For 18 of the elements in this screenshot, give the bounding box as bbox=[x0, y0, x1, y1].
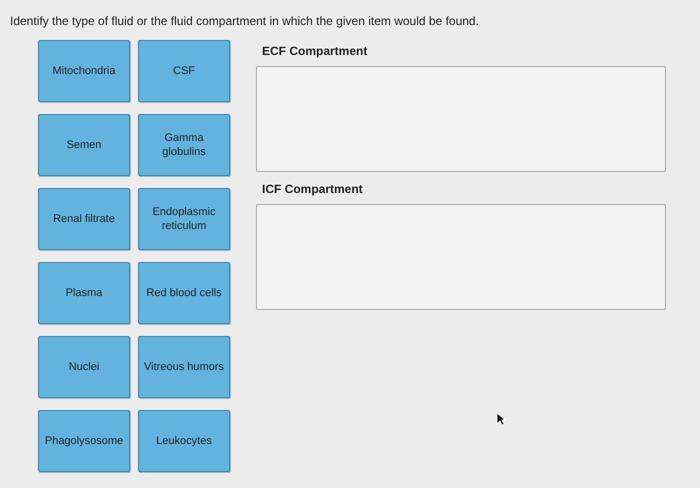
draggable-item[interactable]: Semen bbox=[38, 114, 130, 176]
draggable-item[interactable]: Plasma bbox=[38, 262, 130, 324]
drop-zone[interactable] bbox=[256, 66, 666, 172]
draggable-item[interactable]: Phagolysosome bbox=[38, 410, 130, 472]
draggable-item[interactable]: CSF bbox=[138, 40, 230, 102]
compartment-heading: ECF Compartment bbox=[261, 43, 368, 60]
question-text: Identify the type of fluid or the fluid compartment in which the given item would be found. bbox=[9, 13, 480, 30]
draggable-item[interactable]: Leukocytes bbox=[138, 410, 230, 472]
drop-zone[interactable] bbox=[256, 204, 666, 310]
draggable-item[interactable]: Gamma globulins bbox=[138, 114, 230, 176]
compartment-heading: ICF Compartment bbox=[261, 181, 364, 198]
draggable-item[interactable]: Nuclei bbox=[38, 336, 130, 398]
cursor-icon bbox=[496, 412, 506, 426]
draggable-item[interactable]: Endoplasmic reticulum bbox=[138, 188, 230, 250]
draggable-item[interactable]: Renal filtrate bbox=[38, 188, 130, 250]
draggable-item[interactable]: Mitochondria bbox=[38, 40, 130, 102]
draggable-item[interactable]: Red blood cells bbox=[138, 262, 230, 324]
draggable-item[interactable]: Vitreous humors bbox=[138, 336, 230, 398]
